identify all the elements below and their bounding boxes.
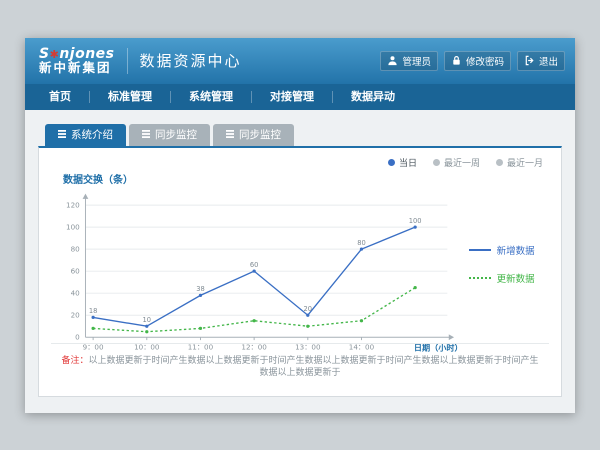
tab-label: 系统介绍 (71, 127, 113, 142)
nav-item-interface-mgmt[interactable]: 对接管理 (252, 84, 332, 110)
logout-button[interactable]: 退出 (517, 51, 565, 71)
app-window: S✱njones 新中新集团 数据资源中心 管理员 修改密码 退出 (25, 38, 575, 413)
svg-text:40: 40 (71, 288, 81, 297)
chart-row: 0204060801001209：0010：0011：0012：0013：001… (51, 186, 549, 344)
legend-item-last-month[interactable]: 最近一月 (496, 156, 543, 169)
svg-text:60: 60 (250, 260, 259, 268)
brand-logo: S✱njones 新中新集团 (39, 47, 115, 75)
svg-text:20: 20 (304, 304, 313, 312)
nav-item-home[interactable]: 首页 (31, 84, 89, 110)
legend-label: 最近一周 (444, 156, 480, 169)
svg-text:120: 120 (66, 200, 80, 209)
svg-text:100: 100 (66, 222, 80, 231)
legend-item-new-data[interactable]: 新增数据 (469, 243, 549, 257)
legend-label: 最近一月 (507, 156, 543, 169)
dotted-line-sample-icon (469, 277, 491, 279)
brand-name: S✱njones (39, 47, 115, 62)
nav-item-data-change[interactable]: 数据异动 (333, 84, 413, 110)
svg-text:100: 100 (409, 216, 422, 224)
legend-item-update-data[interactable]: 更新数据 (469, 271, 549, 285)
svg-text:38: 38 (196, 285, 205, 293)
lock-icon (451, 55, 462, 66)
logo-star-icon: ✱ (50, 48, 60, 61)
app-header: S✱njones 新中新集团 数据资源中心 管理员 修改密码 退出 (25, 38, 575, 84)
admin-user-button[interactable]: 管理员 (380, 51, 438, 71)
y-axis-title: 数据交换（条） (63, 171, 549, 186)
svg-text:0: 0 (75, 332, 80, 341)
header-divider (127, 48, 128, 74)
legend-dot-icon (496, 159, 503, 166)
tab-sync-monitor-2[interactable]: 同步监控 (213, 124, 294, 146)
legend-label: 当日 (399, 156, 417, 169)
legend-item-last-week[interactable]: 最近一周 (433, 156, 480, 169)
screen-background: S✱njones 新中新集团 数据资源中心 管理员 修改密码 退出 (0, 0, 600, 450)
series-label: 新增数据 (497, 243, 535, 257)
user-actions: 管理员 修改密码 退出 (380, 51, 565, 71)
solid-line-sample-icon (469, 249, 491, 251)
footnote: 备注：以上数据更新于时间产生数据以上数据更新于时间产生数据以上数据更新于时间产生… (51, 343, 549, 385)
user-icon (387, 55, 398, 66)
grid-icon (142, 130, 150, 138)
legend-item-today[interactable]: 当日 (388, 156, 417, 169)
svg-text:20: 20 (71, 310, 81, 319)
change-password-button[interactable]: 修改密码 (444, 51, 511, 71)
legend-dot-icon (388, 159, 395, 166)
tab-label: 同步监控 (155, 127, 197, 142)
page-title: 数据资源中心 (140, 50, 242, 71)
tab-bar: 系统介绍 同步监控 同步监控 (45, 124, 562, 146)
chart-panel: 当日 最近一周 最近一月 数据交换（条） 0204060801001209：00… (38, 146, 562, 397)
svg-text:80: 80 (357, 238, 366, 246)
nav-item-standard-mgmt[interactable]: 标准管理 (90, 84, 170, 110)
admin-user-label: 管理员 (402, 54, 431, 68)
footnote-label: 备注： (61, 356, 88, 366)
legend-dot-icon (433, 159, 440, 166)
svg-text:10: 10 (143, 315, 152, 323)
grid-icon (58, 130, 66, 138)
tab-sync-monitor-1[interactable]: 同步监控 (129, 124, 210, 146)
tab-system-intro[interactable]: 系统介绍 (45, 124, 126, 146)
logout-label: 退出 (539, 54, 558, 68)
content-area: 系统介绍 同步监控 同步监控 当日 最近一周 最近一月 数据交换（条） (25, 110, 575, 413)
svg-text:60: 60 (71, 266, 81, 275)
change-password-label: 修改密码 (466, 54, 504, 68)
brand-subtitle: 新中新集团 (39, 61, 115, 74)
tab-label: 同步监控 (239, 127, 281, 142)
grid-icon (226, 130, 234, 138)
line-chart: 0204060801001209：0010：0011：0012：0013：001… (51, 186, 465, 364)
main-nav: 首页 标准管理 系统管理 对接管理 数据异动 (25, 84, 575, 110)
svg-text:80: 80 (71, 244, 81, 253)
chart-top-legend: 当日 最近一周 最近一月 (51, 156, 549, 169)
nav-item-system-mgmt[interactable]: 系统管理 (171, 84, 251, 110)
footnote-text: 以上数据更新于时间产生数据以上数据更新于时间产生数据以上数据更新于时间产生数据以… (89, 356, 539, 378)
chart-series-legend: 新增数据 更新数据 (465, 186, 549, 344)
logout-icon (524, 55, 535, 66)
series-label: 更新数据 (497, 271, 535, 285)
svg-text:18: 18 (89, 307, 98, 315)
